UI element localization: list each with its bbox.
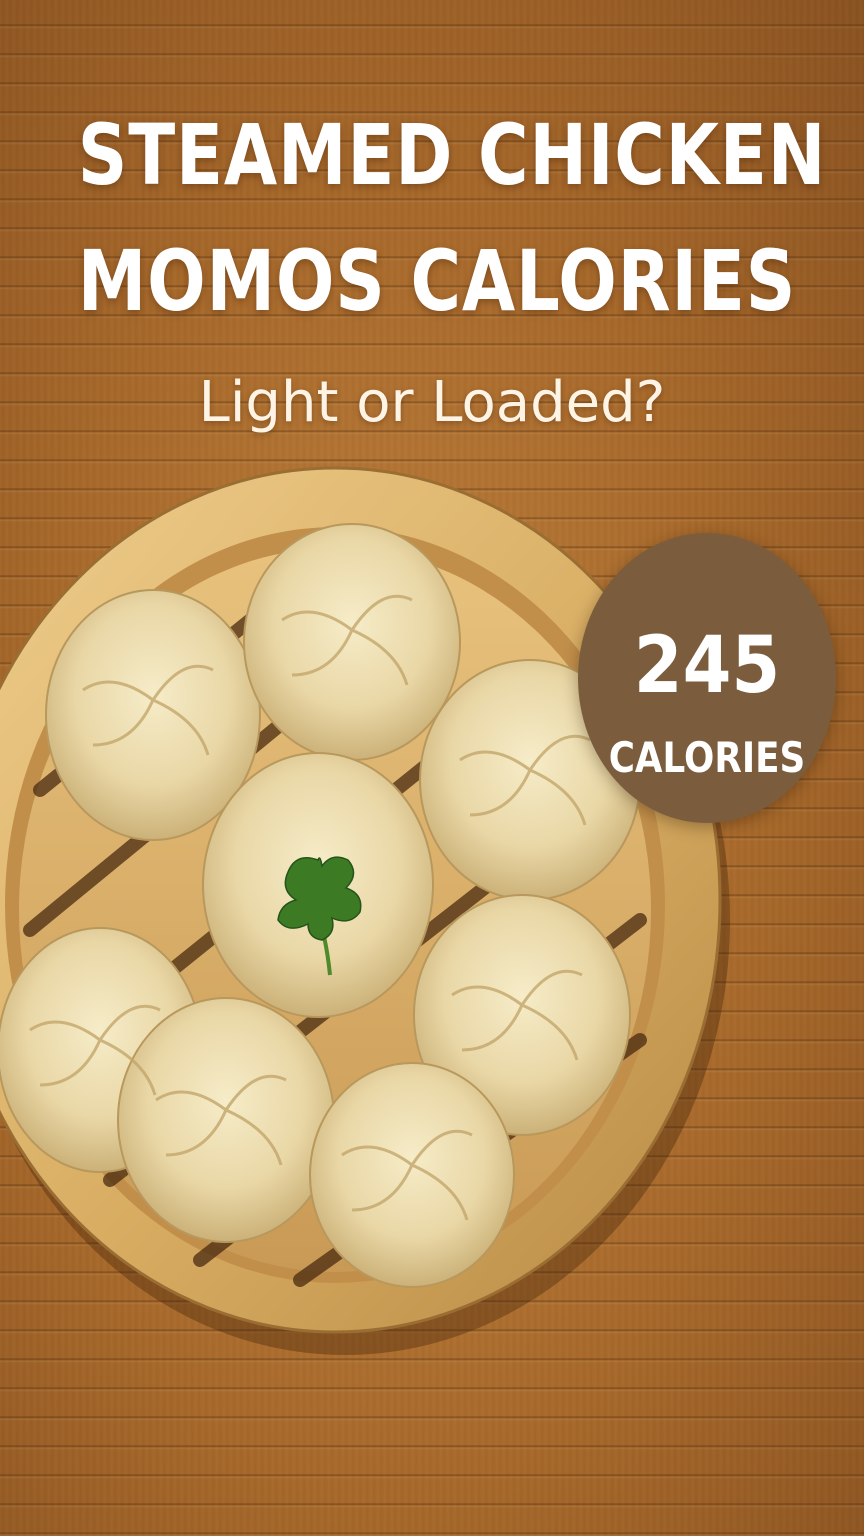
calorie-value: 245: [633, 621, 781, 711]
headline-line-1: STEAMED CHICKEN: [77, 106, 827, 204]
calorie-badge: 245 CALORIES: [578, 533, 836, 823]
calorie-unit: CALORIES: [608, 733, 806, 782]
momo: [243, 523, 461, 761]
headline: STEAMED CHICKEN MOMOS CALORIES: [77, 92, 827, 344]
momo: [117, 997, 335, 1243]
headline-line-2: MOMOS CALORIES: [77, 232, 797, 330]
momo: [309, 1062, 515, 1288]
subtitle: Light or Loaded?: [198, 370, 666, 435]
